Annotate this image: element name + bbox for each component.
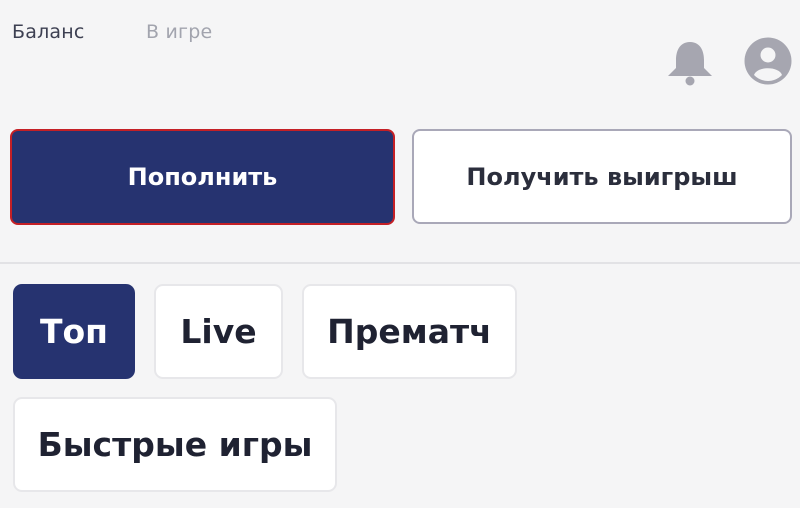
category-live[interactable]: Live bbox=[154, 284, 283, 379]
deposit-button[interactable]: Пополнить bbox=[10, 129, 395, 225]
category-fast-games[interactable]: Быстрые игры bbox=[13, 397, 337, 492]
divider bbox=[0, 262, 800, 264]
tab-in-game[interactable]: В игре bbox=[146, 21, 212, 43]
category-top[interactable]: Топ bbox=[13, 284, 135, 379]
bell-icon[interactable] bbox=[664, 38, 716, 86]
balance-screen: Баланс В игре Пополнить Получить выигрыш… bbox=[0, 0, 800, 508]
withdraw-button[interactable]: Получить выигрыш bbox=[412, 129, 792, 224]
tab-balance[interactable]: Баланс bbox=[12, 21, 85, 43]
user-icon[interactable] bbox=[743, 36, 793, 86]
category-prematch[interactable]: Прематч bbox=[302, 284, 517, 379]
